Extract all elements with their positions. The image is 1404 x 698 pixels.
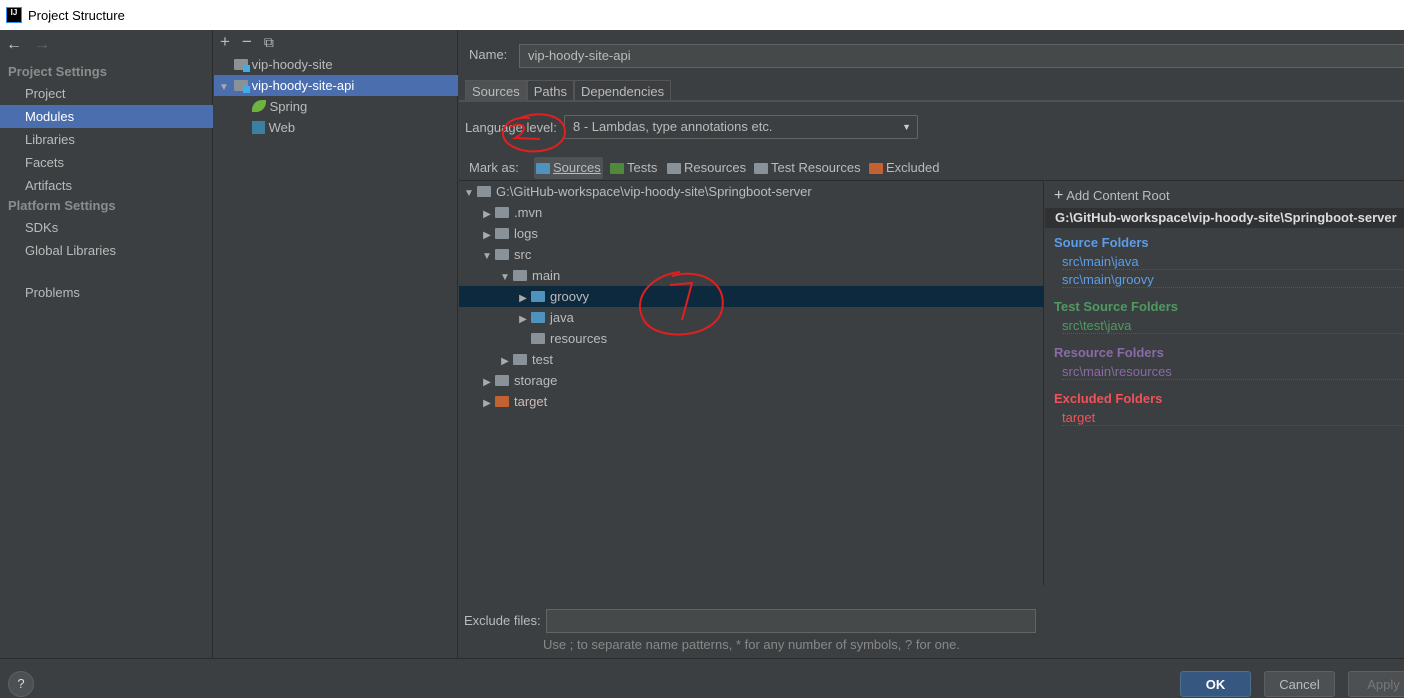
ok-button[interactable]: OK [1180,671,1251,697]
apply-button[interactable]: Apply [1348,671,1404,697]
red-annotation-marks [501,113,724,336]
cancel-button[interactable]: Cancel [1264,671,1335,697]
dialog-footer: ? OK Cancel Apply [0,658,1404,697]
help-button[interactable]: ? [8,671,34,697]
